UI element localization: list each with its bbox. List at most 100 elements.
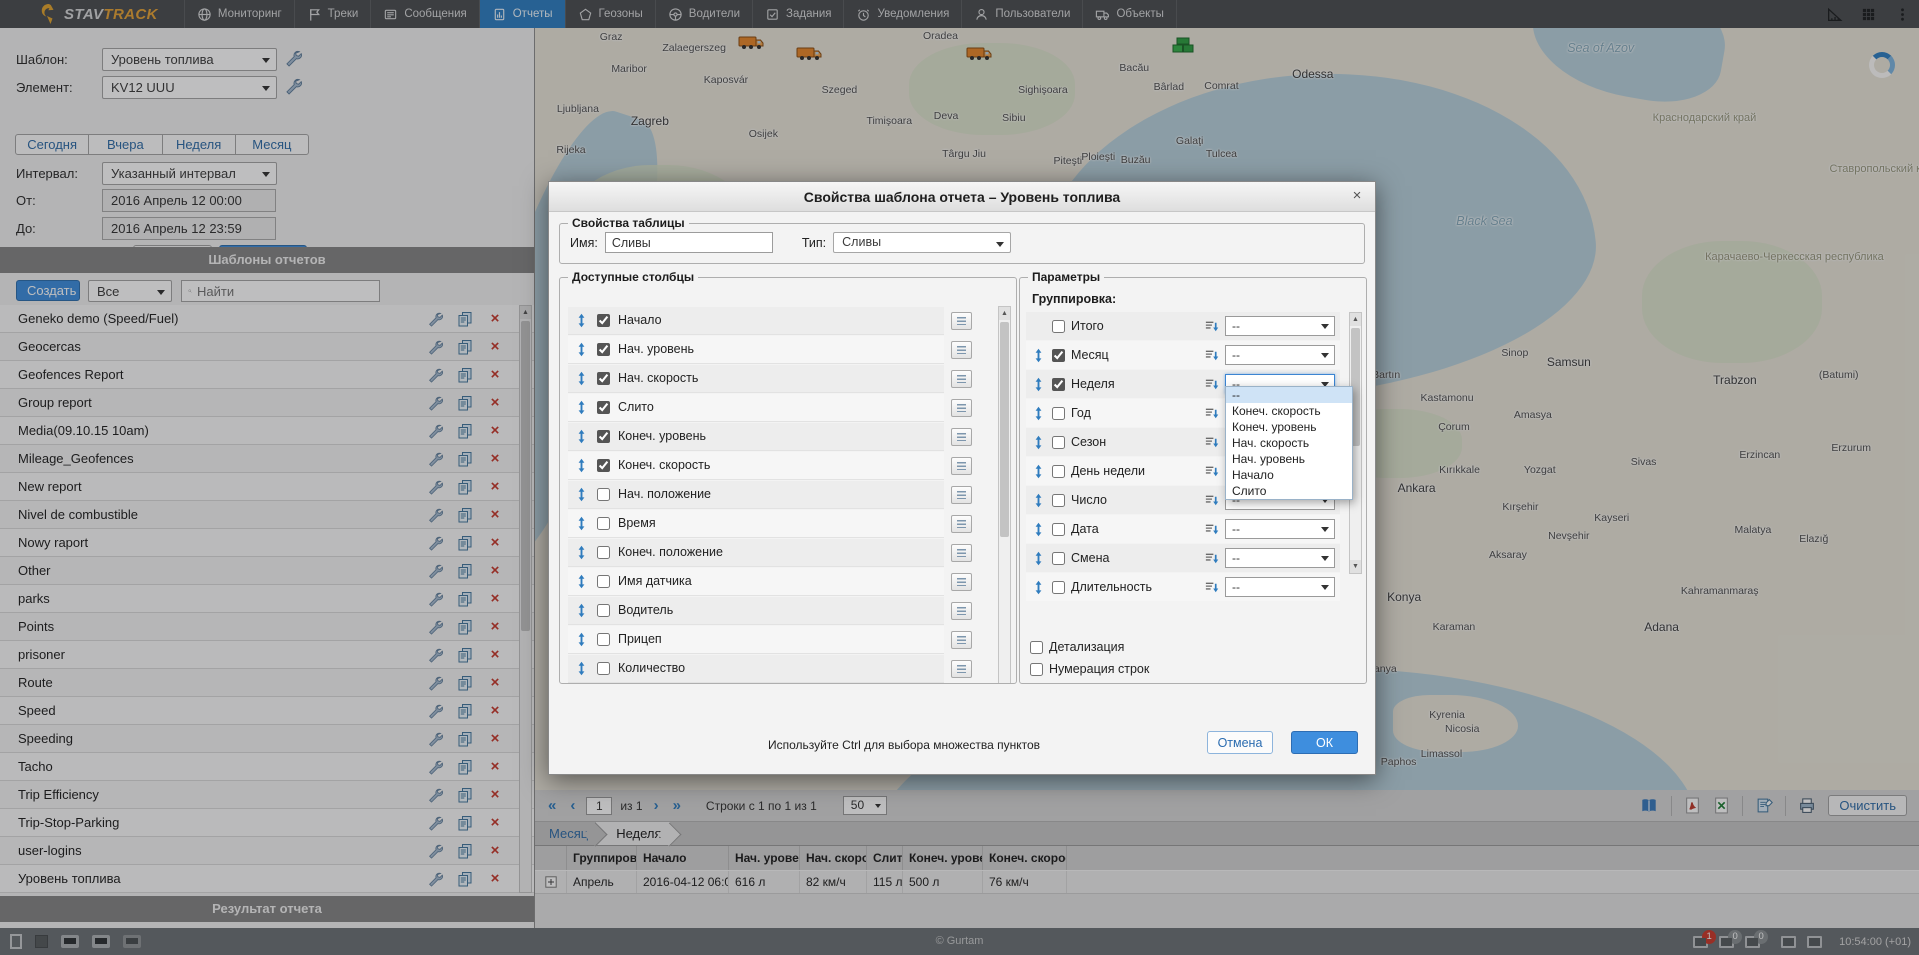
sort-config-icon[interactable] xyxy=(1204,580,1219,595)
column-checkbox[interactable] xyxy=(597,401,610,414)
table-name-input[interactable] xyxy=(605,232,773,253)
column-checkbox[interactable] xyxy=(597,488,610,501)
column-row-content[interactable]: Прицеп xyxy=(568,626,944,654)
sort-config-icon[interactable] xyxy=(1204,319,1219,334)
sort-config-icon[interactable] xyxy=(1204,551,1219,566)
move-updown-icon[interactable] xyxy=(1031,522,1046,537)
grouping-select[interactable]: -- xyxy=(1225,548,1335,568)
column-checkbox[interactable] xyxy=(597,604,610,617)
parameter-checkbox[interactable] xyxy=(1030,663,1043,676)
grouping-checkbox[interactable] xyxy=(1052,320,1065,333)
column-row-content[interactable]: Имя датчика xyxy=(568,568,944,596)
column-row-content[interactable]: Конеч. скорость xyxy=(568,452,944,480)
grouping-checkbox[interactable] xyxy=(1052,349,1065,362)
column-rename-button[interactable] xyxy=(951,312,972,330)
dropdown-option[interactable]: Нач. скорость xyxy=(1226,435,1352,451)
grouping-row[interactable]: Дата-- xyxy=(1026,515,1340,543)
move-updown-icon[interactable] xyxy=(574,545,589,560)
dropdown-option[interactable]: Нач. уровень xyxy=(1226,451,1352,467)
grouping-checkbox[interactable] xyxy=(1052,407,1065,420)
table-type-select[interactable]: Сливы xyxy=(833,232,1011,253)
grouping-row[interactable]: Месяц-- xyxy=(1026,341,1340,369)
column-checkbox[interactable] xyxy=(597,372,610,385)
grouping-checkbox[interactable] xyxy=(1052,378,1065,391)
column-rename-button[interactable] xyxy=(951,544,972,562)
move-updown-icon[interactable] xyxy=(1031,551,1046,566)
column-rename-button[interactable] xyxy=(951,486,972,504)
move-updown-icon[interactable] xyxy=(574,632,589,647)
move-updown-icon[interactable] xyxy=(574,429,589,444)
dropdown-option[interactable]: Конеч. скорость xyxy=(1226,403,1352,419)
column-row-content[interactable]: Водитель xyxy=(568,597,944,625)
move-updown-icon[interactable] xyxy=(1031,406,1046,421)
parameter-option[interactable]: Детализация xyxy=(1030,636,1196,658)
sort-config-icon[interactable] xyxy=(1204,522,1219,537)
move-updown-icon[interactable] xyxy=(574,487,589,502)
column-rename-button[interactable] xyxy=(951,573,972,591)
cancel-button[interactable]: Отмена xyxy=(1207,731,1273,754)
column-checkbox[interactable] xyxy=(597,546,610,559)
column-rename-button[interactable] xyxy=(951,515,972,533)
sort-config-icon[interactable] xyxy=(1204,435,1219,450)
column-rename-button[interactable] xyxy=(951,602,972,620)
sort-config-icon[interactable] xyxy=(1204,493,1219,508)
grouping-checkbox[interactable] xyxy=(1052,465,1065,478)
grouping-row[interactable]: Длительность-- xyxy=(1026,573,1340,601)
move-updown-icon[interactable] xyxy=(574,603,589,618)
column-checkbox[interactable] xyxy=(597,343,610,356)
sort-config-icon[interactable] xyxy=(1204,348,1219,363)
dropdown-option[interactable]: Слито xyxy=(1226,483,1352,499)
dropdown-option[interactable]: Конеч. уровень xyxy=(1226,419,1352,435)
column-row-content[interactable]: Количество xyxy=(568,655,944,683)
grouping-checkbox[interactable] xyxy=(1052,581,1065,594)
column-checkbox[interactable] xyxy=(597,633,610,646)
sort-config-icon[interactable] xyxy=(1204,464,1219,479)
column-row-content[interactable]: Конеч. положение xyxy=(568,539,944,567)
close-icon[interactable]: × xyxy=(1348,187,1366,205)
column-checkbox[interactable] xyxy=(597,517,610,530)
scrollbar-thumb[interactable] xyxy=(1000,322,1009,537)
column-rename-button[interactable] xyxy=(951,631,972,649)
column-row-content[interactable]: Конеч. уровень xyxy=(568,423,944,451)
grouping-row[interactable]: Итого-- xyxy=(1026,312,1340,340)
column-rename-button[interactable] xyxy=(951,341,972,359)
column-checkbox[interactable] xyxy=(597,575,610,588)
columns-scrollbar[interactable]: ▲ xyxy=(998,306,1011,684)
column-rename-button[interactable] xyxy=(951,428,972,446)
grouping-select[interactable]: -- xyxy=(1225,316,1335,336)
grouping-row[interactable]: Смена-- xyxy=(1026,544,1340,572)
grouping-checkbox[interactable] xyxy=(1052,552,1065,565)
parameter-checkbox[interactable] xyxy=(1030,641,1043,654)
scroll-down-icon[interactable]: ▼ xyxy=(1350,560,1361,573)
column-rename-button[interactable] xyxy=(951,457,972,475)
column-rename-button[interactable] xyxy=(951,399,972,417)
move-updown-icon[interactable] xyxy=(1031,435,1046,450)
column-row-content[interactable]: Начало xyxy=(568,307,944,335)
ok-button[interactable]: ОК xyxy=(1291,731,1358,754)
grouping-checkbox[interactable] xyxy=(1052,436,1065,449)
column-checkbox[interactable] xyxy=(597,459,610,472)
sort-config-icon[interactable] xyxy=(1204,406,1219,421)
move-updown-icon[interactable] xyxy=(574,400,589,415)
move-updown-icon[interactable] xyxy=(574,458,589,473)
column-row-content[interactable]: Слито xyxy=(568,394,944,422)
move-updown-icon[interactable] xyxy=(1031,348,1046,363)
grouping-select[interactable]: -- xyxy=(1225,345,1335,365)
move-updown-icon[interactable] xyxy=(574,516,589,531)
move-updown-icon[interactable] xyxy=(574,313,589,328)
move-updown-icon[interactable] xyxy=(574,342,589,357)
sort-config-icon[interactable] xyxy=(1204,377,1219,392)
grouping-checkbox[interactable] xyxy=(1052,523,1065,536)
move-updown-icon[interactable] xyxy=(574,574,589,589)
dropdown-option[interactable]: -- xyxy=(1226,387,1352,403)
move-updown-icon[interactable] xyxy=(574,661,589,676)
column-row-content[interactable]: Нач. скорость xyxy=(568,365,944,393)
column-row-content[interactable]: Нач. уровень xyxy=(568,336,944,364)
move-updown-icon[interactable] xyxy=(1031,464,1046,479)
grouping-select[interactable]: -- xyxy=(1225,519,1335,539)
column-checkbox[interactable] xyxy=(597,430,610,443)
grouping-checkbox[interactable] xyxy=(1052,494,1065,507)
scroll-up-icon[interactable]: ▲ xyxy=(999,307,1010,320)
grouping-select[interactable]: -- xyxy=(1225,577,1335,597)
scroll-up-icon[interactable]: ▲ xyxy=(1350,313,1361,326)
